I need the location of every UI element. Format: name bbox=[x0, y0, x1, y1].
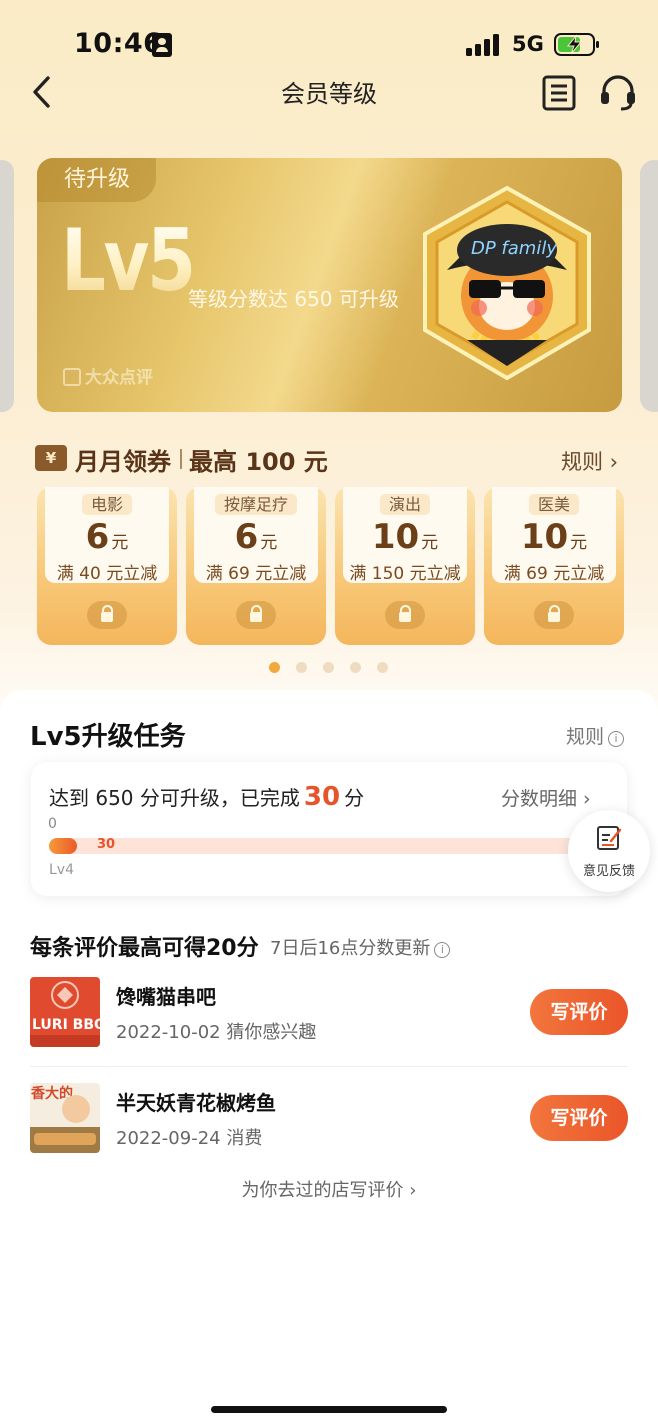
coupon-condition: 满 69 元立减 bbox=[205, 564, 307, 584]
coupon-amount: 10 元 bbox=[520, 517, 588, 557]
coupon-title: 月月领券 bbox=[75, 448, 171, 476]
coupon-title-separator bbox=[180, 449, 182, 469]
signal-icon bbox=[466, 34, 502, 56]
coupon-amount: 6元 bbox=[234, 517, 278, 557]
pagination-dot[interactable] bbox=[269, 662, 280, 673]
coupon-card[interactable]: 演出 10 元 满 150 元立减 bbox=[335, 487, 475, 645]
current-level-label: Lv4 bbox=[49, 862, 74, 878]
coupon-category: 按摩足疗 bbox=[194, 491, 318, 515]
review-visited-shops-link[interactable]: 为你去过的店写评价 › bbox=[0, 1176, 658, 1202]
brand-logo-icon bbox=[63, 368, 81, 386]
shop-meta: 2022-09-24 消费 bbox=[116, 1128, 263, 1149]
pagination-dot[interactable] bbox=[323, 662, 334, 673]
home-indicator[interactable] bbox=[211, 1406, 447, 1413]
progress-fill bbox=[49, 838, 77, 854]
row-divider bbox=[30, 1066, 628, 1067]
document-list-icon[interactable] bbox=[541, 74, 577, 112]
coupon-card[interactable]: 按摩足疗 6元 满 69 元立减 bbox=[186, 487, 326, 645]
status-time: 10:46 bbox=[74, 28, 163, 59]
level-requirement: 等级分数达 650 可升级 bbox=[188, 287, 399, 311]
customer-service-headset-icon[interactable] bbox=[598, 72, 638, 112]
edit-note-icon bbox=[597, 826, 622, 850]
progress-value-label: 30 bbox=[97, 837, 116, 852]
info-icon: i bbox=[434, 942, 451, 958]
pagination-dot[interactable] bbox=[377, 662, 388, 673]
shop-name: 馋嘴猫串吧 bbox=[116, 985, 216, 1009]
coupon-condition: 满 40 元立减 bbox=[56, 564, 158, 584]
coupon-card[interactable]: 医美 10 元 满 69 元立减 bbox=[484, 487, 624, 645]
upgrade-task-title: Lv5升级任务 bbox=[30, 722, 186, 752]
lock-icon bbox=[236, 601, 276, 629]
lock-icon bbox=[385, 601, 425, 629]
network-label: 5G bbox=[512, 32, 544, 56]
shop-review-row[interactable]: LURI BBQ 馋嘴猫串吧 2022-10-02 猜你感兴趣 写评价 bbox=[30, 977, 628, 1047]
ticket-icon: ¥ bbox=[35, 445, 67, 471]
upgrade-progress-card: 达到 650 分可升级，已完成 30 分 分数明细 › 0 30 Lv4 bbox=[31, 762, 627, 896]
pending-upgrade-badge: 待升级 bbox=[37, 158, 157, 202]
feedback-button[interactable]: 意见反馈 bbox=[568, 810, 650, 892]
progress-bar: 30 bbox=[49, 837, 609, 854]
previous-level-card[interactable] bbox=[0, 160, 14, 412]
coupon-condition: 满 69 元立减 bbox=[503, 564, 605, 584]
next-level-card[interactable] bbox=[640, 160, 658, 412]
shop-thumbnail: LURI BBQ bbox=[30, 977, 100, 1047]
lock-icon bbox=[534, 601, 574, 629]
level-number: Lv5 bbox=[61, 211, 196, 311]
progress-min-label: 0 bbox=[48, 816, 57, 832]
coupon-card[interactable]: 电影 6元 满 40 元立减 bbox=[37, 487, 177, 645]
coupon-condition: 满 150 元立减 bbox=[349, 564, 461, 584]
level-card[interactable]: 待升级 Lv5 等级分数达 650 可升级 大众点评 DP family bbox=[37, 158, 622, 412]
write-review-button[interactable]: 写评价 bbox=[530, 989, 628, 1035]
pagination-dot[interactable] bbox=[350, 662, 361, 673]
level-badge-mascot-icon: DP family bbox=[423, 185, 591, 381]
coupon-max-amount: 最高 100 元 bbox=[189, 448, 328, 476]
coupon-amount: 10 元 bbox=[371, 517, 439, 557]
coupon-rules-link[interactable]: 规则 › bbox=[561, 446, 618, 476]
contact-card-icon bbox=[152, 33, 172, 57]
shop-meta: 2022-10-02 猜你感兴趣 bbox=[116, 1022, 317, 1043]
review-update-note: 7日后16点分数更新 i bbox=[270, 934, 451, 960]
coupon-category: 电影 bbox=[45, 491, 169, 515]
coupon-amount: 6元 bbox=[85, 517, 129, 557]
info-icon: i bbox=[608, 731, 625, 747]
svg-text:LURI BBQ: LURI BBQ bbox=[32, 1017, 100, 1033]
shop-name: 半天妖青花椒烤鱼 bbox=[116, 1091, 276, 1115]
brand-watermark: 大众点评 bbox=[63, 363, 153, 388]
pagination-dot[interactable] bbox=[296, 662, 307, 673]
progress-summary: 达到 650 分可升级，已完成 30 分 bbox=[49, 782, 365, 812]
svg-text:DP family: DP family bbox=[471, 238, 557, 259]
lock-icon bbox=[87, 601, 127, 629]
shop-review-row[interactable]: 香大的 半天妖青花椒烤鱼 2022-09-24 消费 写评价 bbox=[30, 1083, 628, 1153]
coupon-category: 演出 bbox=[343, 491, 467, 515]
battery-icon bbox=[554, 33, 599, 56]
shop-thumbnail: 香大的 bbox=[30, 1083, 100, 1153]
write-review-button[interactable]: 写评价 bbox=[530, 1095, 628, 1141]
status-bar: 10:46 5G bbox=[0, 0, 658, 80]
task-rules-link[interactable]: 规则 i bbox=[566, 722, 625, 749]
review-section-title: 每条评价最高可得20分 bbox=[30, 936, 259, 961]
score-detail-link[interactable]: 分数明细 › bbox=[501, 784, 591, 811]
coupon-category: 医美 bbox=[492, 491, 616, 515]
